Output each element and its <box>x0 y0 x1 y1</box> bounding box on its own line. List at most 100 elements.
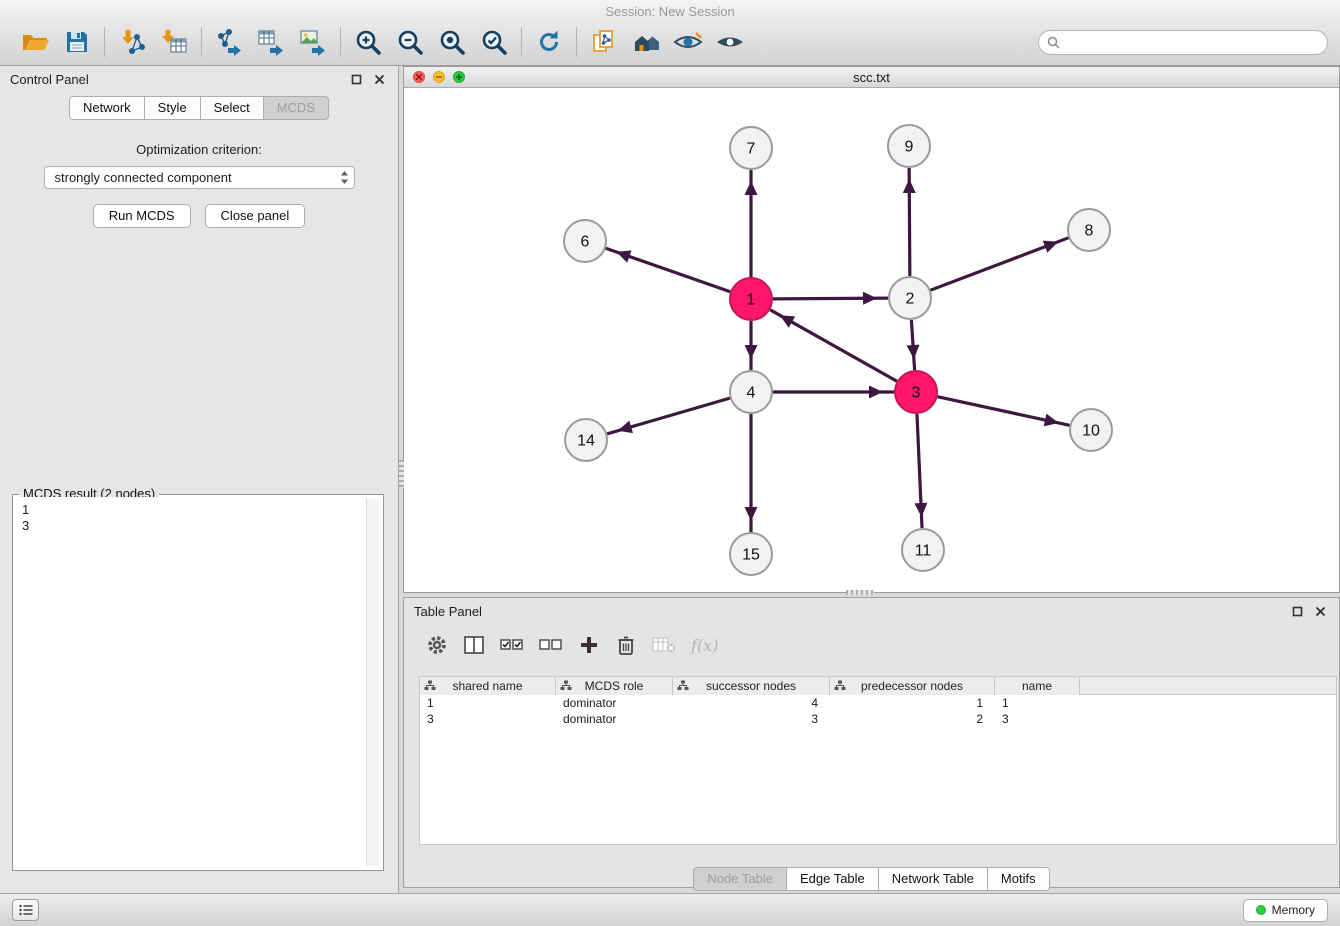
column-header-label: predecessor nodes <box>861 679 963 693</box>
export-table-icon[interactable] <box>250 24 292 60</box>
toolbar-separator <box>201 27 202 57</box>
memory-button[interactable]: Memory <box>1243 899 1328 922</box>
table-row[interactable]: 1dominator411 <box>420 695 1336 711</box>
graphics-details-icon[interactable] <box>667 24 709 60</box>
home-icon[interactable] <box>625 24 667 60</box>
node-label-8: 8 <box>1085 223 1094 240</box>
table-row[interactable]: 3dominator323 <box>420 711 1336 727</box>
column-header-shared-name[interactable]: shared name <box>420 677 556 695</box>
zoom-out-icon[interactable] <box>389 24 431 60</box>
select-all-columns-icon[interactable] <box>500 633 524 657</box>
close-panel-icon[interactable] <box>370 71 388 89</box>
network-window: scc.txt 7968124314101511 <box>403 66 1340 593</box>
save-session-icon[interactable] <box>56 24 98 60</box>
table-cell[interactable]: 4 <box>673 696 830 710</box>
toolbar-separator <box>576 27 577 57</box>
column-header-label: name <box>1022 679 1052 693</box>
horizontal-splitter-grip[interactable] <box>846 590 874 595</box>
edge-arrowhead <box>1043 241 1058 253</box>
table-tabs: Node Table Edge Table Network Table Moti… <box>404 867 1339 891</box>
tab-mcds[interactable]: MCDS <box>264 96 329 120</box>
table-cell[interactable]: 1 <box>995 696 1080 710</box>
gear-icon[interactable] <box>426 633 448 657</box>
column-type-icon <box>834 680 846 694</box>
table-cell[interactable]: dominator <box>556 696 673 710</box>
add-column-icon[interactable] <box>578 633 600 657</box>
node-table: shared name MCDS rolesuccessor nodes prede… <box>419 676 1337 845</box>
status-bar: Memory <box>0 893 1340 926</box>
edge-arrowhead <box>745 345 758 359</box>
edge-arrowhead <box>863 292 877 305</box>
float-panel-icon[interactable] <box>1288 603 1306 621</box>
minimize-window-icon[interactable] <box>433 71 445 83</box>
zoom-in-icon[interactable] <box>347 24 389 60</box>
mcds-result-area[interactable]: 1 3 <box>15 497 381 868</box>
toolbar-separator <box>104 27 105 57</box>
show-hide-icon[interactable] <box>709 24 751 60</box>
column-type-icon <box>560 680 572 694</box>
clone-network-icon[interactable] <box>583 24 625 60</box>
close-panel-button[interactable]: Close panel <box>205 204 306 228</box>
column-header-label: shared name <box>452 679 522 693</box>
tab-network-table[interactable]: Network Table <box>879 867 988 891</box>
column-layout-icon[interactable] <box>463 633 485 657</box>
export-network-icon[interactable] <box>208 24 250 60</box>
table-cell[interactable]: 3 <box>420 712 556 726</box>
zoom-fit-icon[interactable] <box>431 24 473 60</box>
tab-select[interactable]: Select <box>201 96 264 120</box>
tab-node-table[interactable]: Node Table <box>693 867 787 891</box>
node-label-6: 6 <box>581 234 590 251</box>
close-window-icon[interactable] <box>413 71 425 83</box>
column-header-predecessor-nodes[interactable]: predecessor nodes <box>830 677 995 695</box>
node-label-1: 1 <box>747 292 756 309</box>
float-panel-icon[interactable] <box>347 71 365 89</box>
delete-table-icon <box>652 633 676 657</box>
control-panel-header: Control Panel <box>0 66 398 93</box>
table-cell[interactable]: 2 <box>830 712 995 726</box>
search-icon <box>1047 36 1060 49</box>
memory-status-icon <box>1256 905 1266 915</box>
edge-arrowhead <box>903 179 916 193</box>
table-cell[interactable]: 3 <box>995 712 1080 726</box>
window-title: Session: New Session <box>0 0 1340 19</box>
open-session-icon[interactable] <box>14 24 56 60</box>
refresh-icon[interactable] <box>528 24 570 60</box>
tab-edge-table[interactable]: Edge Table <box>787 867 879 891</box>
main-toolbar <box>0 19 1340 63</box>
import-table-icon[interactable] <box>153 24 195 60</box>
node-label-7: 7 <box>747 141 756 158</box>
delete-column-icon[interactable] <box>615 633 637 657</box>
node-label-14: 14 <box>577 433 595 450</box>
table-cell[interactable]: 3 <box>673 712 830 726</box>
table-cell[interactable]: 1 <box>420 696 556 710</box>
column-header-MCDS-role[interactable]: MCDS role <box>556 677 673 695</box>
table-cell[interactable]: 1 <box>830 696 995 710</box>
tab-motifs[interactable]: Motifs <box>988 867 1050 891</box>
vertical-splitter-grip[interactable] <box>399 460 404 488</box>
close-panel-icon[interactable] <box>1311 603 1329 621</box>
column-type-icon <box>677 680 689 694</box>
optimization-criterion-label: Optimization criterion: <box>0 142 398 157</box>
run-mcds-button[interactable]: Run MCDS <box>93 204 191 228</box>
maximize-window-icon[interactable] <box>453 71 465 83</box>
panel-list-icon[interactable] <box>12 899 39 921</box>
optimization-criterion-select[interactable]: strongly connected component <box>44 166 355 189</box>
zoom-selected-icon[interactable] <box>473 24 515 60</box>
column-header-name[interactable]: name <box>995 677 1080 695</box>
edge-2-3[interactable] <box>911 320 914 370</box>
column-header-successor-nodes[interactable]: successor nodes <box>673 677 830 695</box>
result-scrollbar[interactable] <box>366 499 379 866</box>
node-label-10: 10 <box>1082 423 1100 440</box>
deselect-all-columns-icon[interactable] <box>539 633 563 657</box>
network-canvas[interactable]: 7968124314101511 <box>404 88 1339 592</box>
export-image-icon[interactable] <box>292 24 334 60</box>
import-network-icon[interactable] <box>111 24 153 60</box>
tab-network[interactable]: Network <box>69 96 145 120</box>
tab-style[interactable]: Style <box>145 96 201 120</box>
selected-option: strongly connected component <box>55 170 232 185</box>
node-label-11: 11 <box>915 543 932 560</box>
edge-arrowhead <box>745 181 758 195</box>
node-label-2: 2 <box>906 291 915 308</box>
table-cell[interactable]: dominator <box>556 712 673 726</box>
search-input[interactable] <box>1038 30 1328 55</box>
